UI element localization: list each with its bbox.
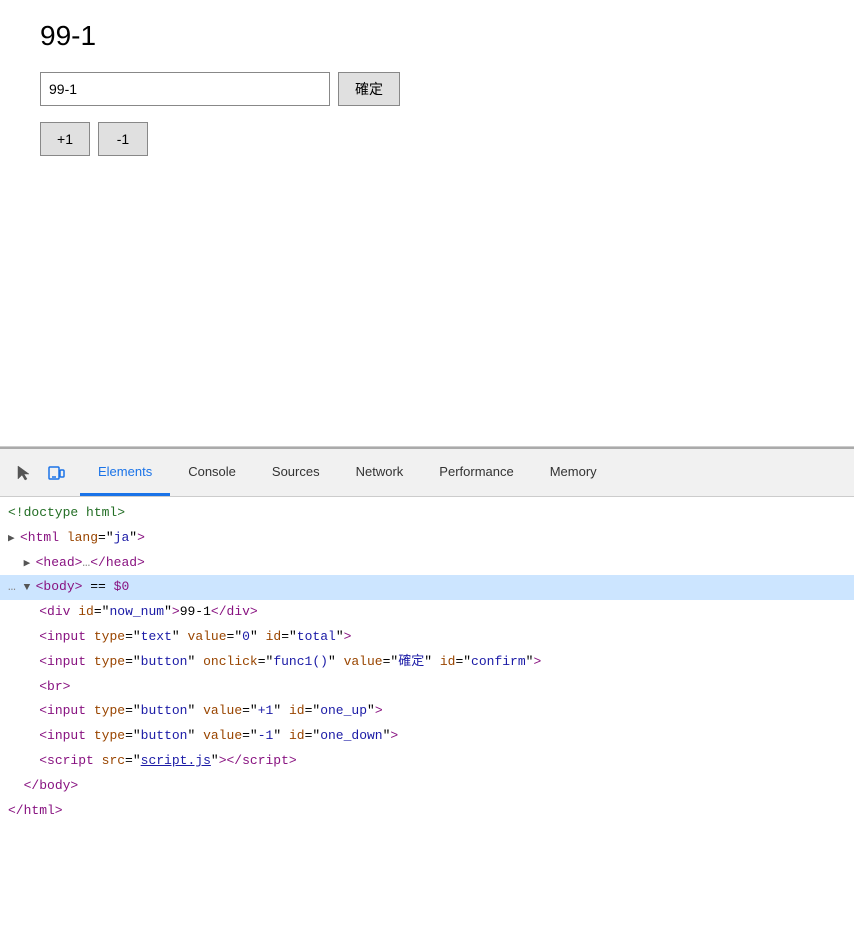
stepper-row: +1 -1 (40, 122, 814, 156)
br-line[interactable]: <br> (0, 675, 854, 700)
html-open-line[interactable]: ▶<html lang="ja"> (0, 526, 854, 551)
browser-page: 99-1 確定 +1 -1 (0, 0, 854, 447)
tab-memory[interactable]: Memory (532, 449, 615, 496)
tab-elements[interactable]: Elements (80, 449, 170, 496)
input-row: 確定 (40, 72, 814, 106)
html-close-line[interactable]: </html> (0, 799, 854, 824)
device-icon[interactable] (44, 461, 68, 485)
total-input[interactable] (40, 72, 330, 106)
devtools-toolbar: Elements Console Sources Network Perform… (0, 449, 854, 497)
body-close-line[interactable]: </body> (0, 774, 854, 799)
tab-console[interactable]: Console (170, 449, 254, 496)
body-open-line[interactable]: … ▼<body> == $0 (0, 575, 854, 600)
script-src-line[interactable]: <script src="script.js"></script> (0, 749, 854, 774)
input-button-confirm-line[interactable]: <input type="button" onclick="func1()" v… (0, 650, 854, 675)
decrement-button[interactable]: -1 (98, 122, 148, 156)
confirm-button[interactable]: 確定 (338, 72, 400, 106)
cursor-icon[interactable] (12, 461, 36, 485)
tab-performance[interactable]: Performance (421, 449, 531, 496)
input-one-down-line[interactable]: <input type="button" value="-1" id="one_… (0, 724, 854, 749)
devtools-panel: Elements Console Sources Network Perform… (0, 447, 854, 934)
toolbar-icons (0, 449, 80, 496)
tab-sources[interactable]: Sources (254, 449, 338, 496)
div-now-num-line[interactable]: <div id="now_num">99-1</div> (0, 600, 854, 625)
doctype-line: <!doctype html> (0, 501, 854, 526)
increment-button[interactable]: +1 (40, 122, 90, 156)
tab-network[interactable]: Network (338, 449, 422, 496)
elements-panel: <!doctype html> ▶<html lang="ja"> ▶<head… (0, 497, 854, 934)
head-collapsed-line[interactable]: ▶<head>…</head> (0, 551, 854, 576)
page-title: 99-1 (40, 20, 814, 52)
input-text-line[interactable]: <input type="text" value="0" id="total"> (0, 625, 854, 650)
input-one-up-line[interactable]: <input type="button" value="+1" id="one_… (0, 699, 854, 724)
